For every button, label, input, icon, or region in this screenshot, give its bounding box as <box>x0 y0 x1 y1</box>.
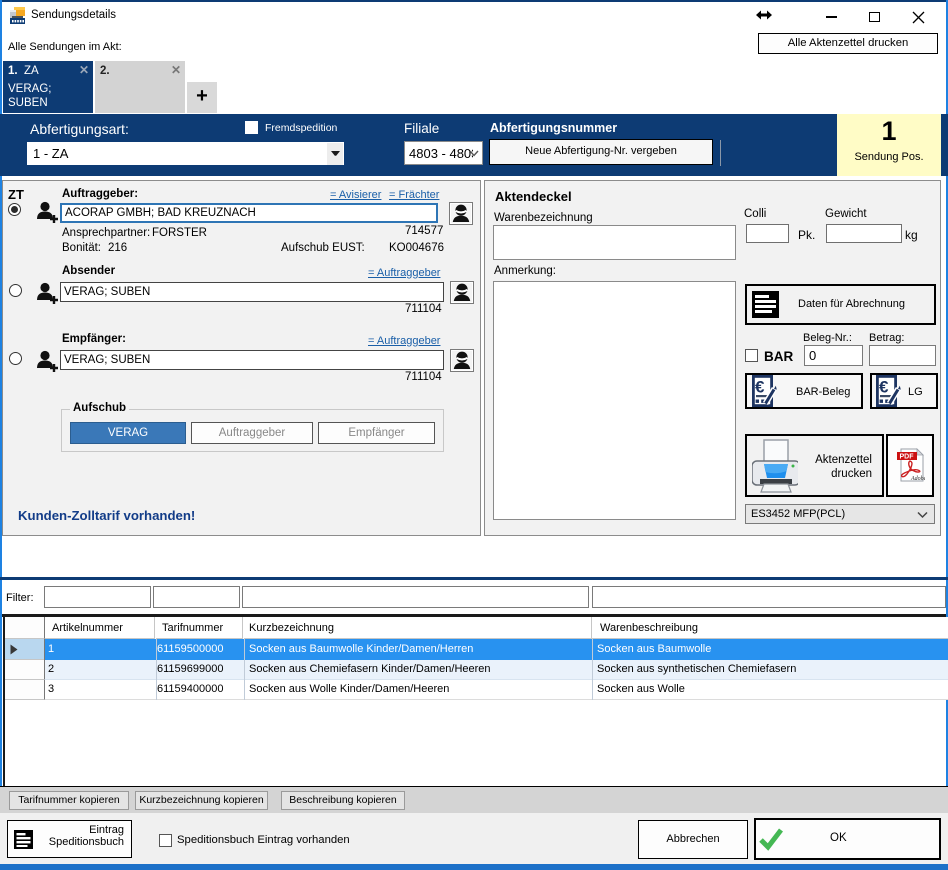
svg-text:€: € <box>755 378 765 397</box>
svg-text:Adobe: Adobe <box>910 476 925 482</box>
svg-text:€: € <box>879 378 889 397</box>
svg-text:PDF: PDF <box>900 454 915 461</box>
